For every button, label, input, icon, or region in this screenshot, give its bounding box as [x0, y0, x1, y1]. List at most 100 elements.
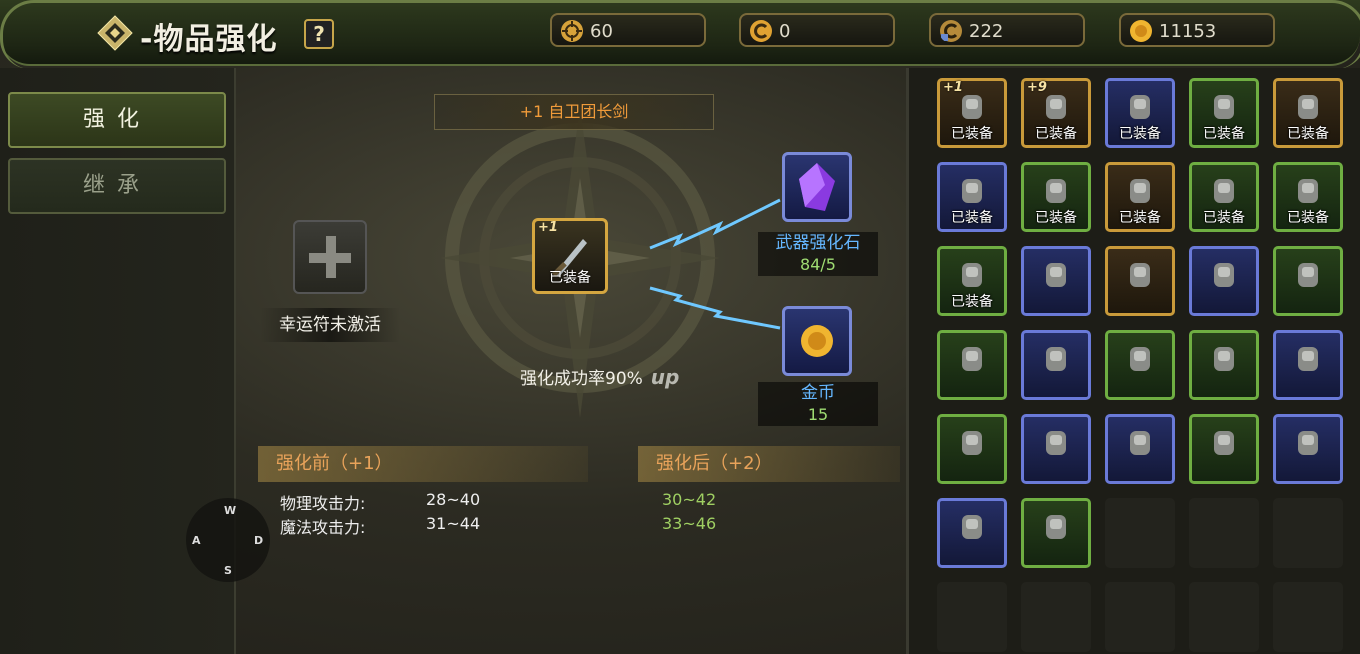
equipped-label: 已装备 — [951, 210, 993, 226]
inventory-slot[interactable] — [1273, 330, 1343, 400]
boots-icon — [962, 179, 982, 203]
equipped-label: 已装备 — [1119, 210, 1161, 226]
equipped-label: 已装备 — [1203, 126, 1245, 142]
stat-name-physical: 物理攻击力: — [280, 494, 366, 513]
inventory-slot[interactable] — [1273, 414, 1343, 484]
item-plus-level: +1 — [943, 80, 963, 95]
success-rate: 强化成功率90% up — [520, 364, 760, 392]
inventory-slot[interactable]: 已装备 — [937, 246, 1007, 316]
empty-inventory-slot[interactable] — [1273, 582, 1343, 652]
ring-icon — [1298, 179, 1318, 203]
inventory-slot[interactable]: 已装备 — [937, 162, 1007, 232]
inventory-slot[interactable] — [1189, 330, 1259, 400]
empty-inventory-slot[interactable] — [1105, 582, 1175, 652]
empty-inventory-slot[interactable] — [937, 582, 1007, 652]
inventory-slot[interactable]: 已装备 — [1273, 162, 1343, 232]
inventory-slot[interactable] — [937, 498, 1007, 568]
shirt-icon — [1214, 95, 1234, 119]
gold-coin-icon — [801, 325, 833, 357]
necklace-icon — [1130, 347, 1150, 371]
inventory-slot[interactable] — [937, 330, 1007, 400]
earring-icon — [1214, 179, 1234, 203]
inventory-slot[interactable] — [937, 414, 1007, 484]
gold-coin-icon — [1130, 20, 1152, 42]
currency-value: 60 — [590, 21, 613, 42]
sword-icon — [1130, 431, 1150, 455]
top-bar: -物品强化 ? 60 0 222 11153 — [0, 0, 1360, 69]
stat-after-physical: 30~42 — [662, 490, 717, 509]
enhance-window: -物品强化 ? 60 0 222 11153 强化 继承 +1 自卫团长剑 +1… — [0, 0, 1360, 654]
axe-icon — [1046, 263, 1066, 287]
page-title: -物品强化 — [140, 22, 278, 57]
equipped-label: 已装备 — [1035, 210, 1077, 226]
tab-enhance[interactable]: 强化 — [8, 92, 226, 148]
dpad-up[interactable]: W — [224, 504, 236, 517]
hammer-icon — [1046, 347, 1066, 371]
dpad-overlay[interactable]: W A D S — [186, 498, 270, 582]
material-slot-stone[interactable] — [782, 152, 852, 222]
double-axe-icon — [962, 347, 982, 371]
empty-inventory-slot[interactable] — [1105, 498, 1175, 568]
inventory-slot[interactable] — [1105, 330, 1175, 400]
material-gold-name: 金币 — [801, 383, 835, 403]
inventory-slot[interactable]: 已装备 — [1273, 78, 1343, 148]
inventory-slot[interactable] — [1021, 498, 1091, 568]
equipped-label: 已装备 — [951, 294, 993, 310]
inventory-slot[interactable] — [1105, 246, 1175, 316]
inventory-slot[interactable] — [1189, 414, 1259, 484]
inventory-slot[interactable]: +1 已装备 — [937, 78, 1007, 148]
empty-inventory-slot[interactable] — [1021, 582, 1091, 652]
inventory-slot[interactable] — [1021, 246, 1091, 316]
c-coin-icon — [750, 20, 772, 42]
inventory-slot[interactable] — [1105, 414, 1175, 484]
inventory-slot[interactable]: 已装备 — [1105, 78, 1175, 148]
currency-value: 0 — [779, 21, 791, 42]
currency-c-coin: 0 — [739, 13, 895, 47]
stat-before-physical: 28~40 — [426, 490, 481, 509]
empty-inventory-slot[interactable] — [1189, 498, 1259, 568]
earring-icon — [1214, 431, 1234, 455]
material-slot-gold[interactable] — [782, 306, 852, 376]
gauntlet-icon — [1214, 347, 1234, 371]
inventory-slot[interactable] — [1189, 246, 1259, 316]
inventory-slot[interactable]: 已装备 — [1021, 162, 1091, 232]
axe-icon — [1214, 263, 1234, 287]
inventory-slot[interactable]: 已装备 — [1189, 162, 1259, 232]
empty-inventory-slot[interactable] — [1189, 582, 1259, 652]
stat-after-magic: 33~46 — [662, 514, 717, 533]
ring-icon — [1046, 515, 1066, 539]
tab-inherit[interactable]: 继承 — [8, 158, 226, 214]
inventory-slot[interactable] — [1273, 246, 1343, 316]
help-button[interactable]: ? — [304, 19, 334, 49]
logo-icon — [97, 15, 133, 51]
before-header: 强化前（+1） — [258, 446, 588, 482]
inventory-slot[interactable]: +9 已装备 — [1021, 78, 1091, 148]
currency-value: 222 — [969, 21, 1004, 42]
inventory-slot[interactable]: 已装备 — [1105, 162, 1175, 232]
inventory-grid: +1 已装备 +9 已装备 已装备 已装备 已装备 已装备 已装备 已装备 已装备 已装备 已装备 — [906, 68, 1360, 654]
stat-name-magic: 魔法攻击力: — [280, 518, 366, 537]
equipped-label: 已装备 — [1287, 126, 1329, 142]
currency-bound-c-coin: 222 — [929, 13, 1085, 47]
drill-icon — [1298, 263, 1318, 287]
purple-crystal-icon — [799, 163, 835, 211]
helmet-icon — [1130, 95, 1150, 119]
dpad-left[interactable]: A — [192, 534, 201, 547]
empty-inventory-slot[interactable] — [1273, 498, 1343, 568]
inventory-slot[interactable]: 已装备 — [1189, 78, 1259, 148]
after-header: 强化后（+2） — [638, 446, 900, 482]
hammer-icon — [1130, 263, 1150, 287]
dpad-right[interactable]: D — [254, 534, 263, 547]
glove-icon — [962, 515, 982, 539]
target-item-slot[interactable]: +1 已装备 — [532, 218, 608, 294]
ring-icon — [962, 263, 982, 287]
inventory-slot[interactable] — [1021, 414, 1091, 484]
up-icon: up — [650, 365, 680, 389]
shoulder-icon — [1046, 179, 1066, 203]
dpad-down[interactable]: S — [224, 564, 232, 577]
equipped-label: 已装备 — [1119, 126, 1161, 142]
pants-icon — [1298, 95, 1318, 119]
inventory-slot[interactable] — [1021, 330, 1091, 400]
success-rate-text: 强化成功率90% — [520, 369, 643, 389]
lucky-charm-slot[interactable] — [293, 220, 367, 294]
